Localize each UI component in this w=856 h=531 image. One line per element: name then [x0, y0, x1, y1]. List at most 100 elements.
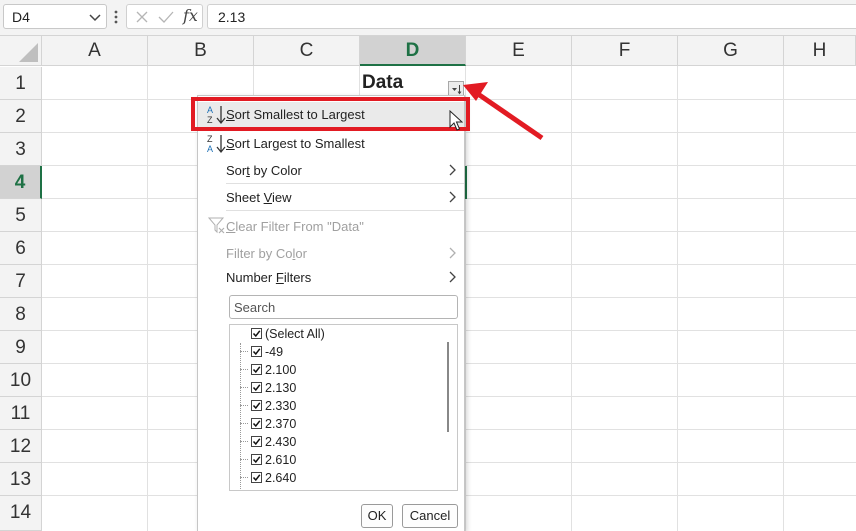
checkbox-checked[interactable] [251, 418, 262, 429]
list-item-label: 2.370 [265, 417, 297, 431]
enter-check-icon[interactable] [158, 10, 174, 24]
row-header-4[interactable]: 4 [0, 166, 42, 199]
svg-text:A: A [207, 144, 213, 154]
menu-item-label: iew [272, 190, 292, 205]
list-item[interactable]: 2.130 [230, 379, 440, 397]
row-header-12[interactable]: 12 [0, 430, 42, 463]
formula-bar: D4 fx 2.13 [0, 0, 856, 36]
tree-connector [240, 351, 248, 352]
checkbox-checked[interactable] [251, 472, 262, 483]
list-item[interactable]: 2.430 [230, 433, 440, 451]
menu-separator [226, 210, 464, 211]
search-placeholder: Search [234, 300, 276, 315]
row-header-1[interactable]: 1 [0, 67, 42, 100]
column-header-f[interactable]: F [572, 36, 678, 66]
menu-item-label: lear Filter From "Data" [235, 219, 364, 234]
tree-connector [240, 459, 248, 460]
row-header-14[interactable]: 14 [0, 496, 42, 531]
row-header-2[interactable]: 2 [0, 100, 42, 133]
list-item[interactable]: -49 [230, 343, 440, 361]
clear-filter-icon [207, 217, 225, 234]
clear-filter-item[interactable]: Clear Filter From "Data" [198, 214, 464, 239]
row-header-9[interactable]: 9 [0, 331, 42, 364]
checkbox-checked[interactable] [251, 436, 262, 447]
list-item-label: 2.330 [265, 399, 297, 413]
list-item[interactable]: 2.100 [230, 361, 440, 379]
column-header-g[interactable]: G [678, 36, 784, 66]
menu-separator [226, 183, 464, 184]
mouse-cursor-icon [449, 110, 463, 131]
tree-connector [240, 423, 248, 424]
checkbox-checked[interactable] [251, 346, 262, 357]
menu-accelerator: S [226, 136, 235, 151]
row-header-8[interactable]: 8 [0, 298, 42, 331]
list-item-label: 2.130 [265, 381, 297, 395]
chevron-right-icon [449, 271, 456, 283]
checkbox-checked[interactable] [251, 364, 262, 375]
list-item[interactable]: 2.610 [230, 451, 440, 469]
select-all-corner[interactable] [0, 36, 42, 66]
chevron-right-icon [449, 247, 456, 259]
chevron-down-icon[interactable] [88, 10, 102, 24]
row-header-13[interactable]: 13 [0, 463, 42, 496]
checkbox-checked[interactable] [251, 400, 262, 411]
menu-item-label: ort Largest to Smallest [234, 136, 365, 151]
column-header-e[interactable]: E [466, 36, 572, 66]
filter-by-color-item[interactable]: Filter by Color [198, 241, 464, 266]
formula-value: 2.13 [218, 9, 246, 25]
list-item-label: 2.430 [265, 435, 297, 449]
checkbox-checked[interactable] [251, 328, 262, 339]
cell-d1-header[interactable]: Data [362, 72, 403, 94]
list-item[interactable]: 2.330 [230, 397, 440, 415]
menu-accelerator: F [275, 270, 284, 285]
select-all-triangle-icon [19, 43, 38, 62]
list-item[interactable]: 2.370 [230, 415, 440, 433]
highlight-box [191, 97, 470, 131]
menu-item-label: Sor [226, 163, 247, 178]
cancel-entry-icon[interactable] [135, 10, 149, 24]
list-item[interactable]: 2.640 [230, 469, 440, 487]
sort-by-color-item[interactable]: Sort by Color [198, 158, 464, 183]
chevron-right-icon [449, 191, 456, 203]
column-header-c[interactable]: C [254, 36, 360, 66]
chevron-right-icon [449, 164, 456, 176]
check-icon [252, 474, 261, 482]
check-icon [252, 330, 261, 338]
row-header-3[interactable]: 3 [0, 133, 42, 166]
list-item-label: 2.610 [265, 453, 297, 467]
column-header-h[interactable]: H [784, 36, 856, 66]
column-header-a[interactable]: A [42, 36, 148, 66]
sheet-view-item[interactable]: Sheet View [198, 185, 464, 210]
checkbox-checked[interactable] [251, 454, 262, 465]
row-header-7[interactable]: 7 [0, 265, 42, 298]
check-icon [252, 384, 261, 392]
row-header-11[interactable]: 11 [0, 397, 42, 430]
number-filters-item[interactable]: Number Filters [198, 265, 464, 290]
list-scrollbar[interactable] [447, 342, 449, 432]
formula-input[interactable]: 2.13 [207, 4, 856, 29]
insert-function-button[interactable]: fx [183, 6, 198, 25]
name-box[interactable]: D4 [3, 4, 107, 29]
row-header-10[interactable]: 10 [0, 364, 42, 397]
menu-item-label: Filter by Co [226, 246, 293, 261]
check-icon [252, 348, 261, 356]
checkbox-checked[interactable] [251, 382, 262, 393]
column-header-d[interactable]: D [360, 36, 466, 66]
column-header-b[interactable]: B [148, 36, 254, 66]
more-options-icon[interactable] [113, 8, 119, 26]
row-header-6[interactable]: 6 [0, 232, 42, 265]
filter-values-list[interactable]: (Select All) -49 2.100 2.130 2.330 2.370 [229, 324, 458, 491]
menu-accelerator: C [226, 219, 236, 234]
list-item-select-all[interactable]: (Select All) [230, 325, 440, 343]
tree-connector [240, 441, 248, 442]
cancel-button[interactable]: Cancel [402, 504, 458, 528]
tree-connector [240, 405, 248, 406]
row-header-5[interactable]: 5 [0, 199, 42, 232]
menu-item-label: or [295, 246, 307, 261]
ok-button[interactable]: OK [361, 504, 393, 528]
filter-search-input[interactable]: Search [229, 295, 458, 319]
check-icon [252, 438, 261, 446]
check-icon [252, 366, 261, 374]
menu-accelerator: V [263, 190, 273, 205]
sort-largest-to-smallest-item[interactable]: Z A Sort Largest to Smallest [198, 131, 464, 156]
